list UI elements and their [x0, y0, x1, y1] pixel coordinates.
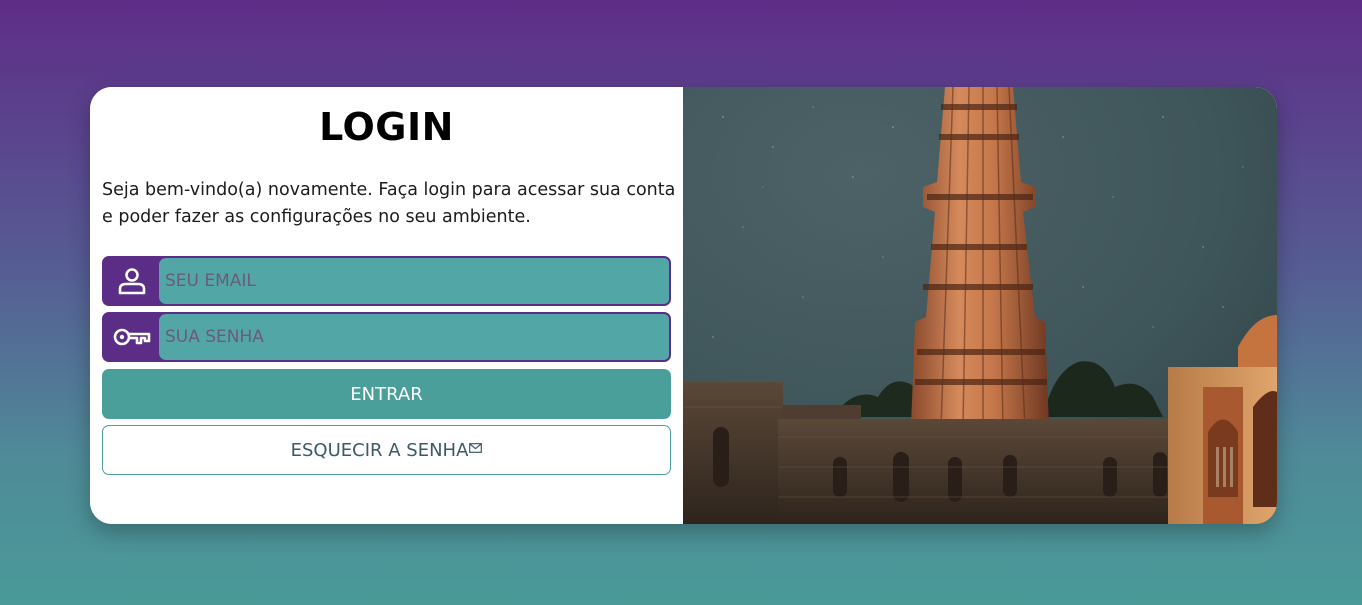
forgot-password-label: ESQUECIR A SENHA	[290, 439, 469, 461]
mail-icon	[469, 437, 483, 458]
login-card: LOGIN Seja bem-vindo(a) novamente. Faça …	[90, 87, 1277, 524]
enter-button[interactable]: ENTRAR	[102, 369, 671, 419]
key-icon	[104, 314, 159, 360]
page-title: LOGIN	[319, 105, 454, 149]
password-input[interactable]	[159, 314, 669, 360]
email-input[interactable]	[159, 258, 669, 304]
tower-night-photo	[683, 87, 1277, 524]
welcome-text: Seja bem-vindo(a) novamente. Faça login …	[102, 180, 676, 227]
email-field-group	[102, 256, 671, 306]
hero-image	[683, 87, 1277, 524]
login-panel: LOGIN Seja bem-vindo(a) novamente. Faça …	[90, 87, 683, 524]
user-icon	[104, 258, 159, 304]
forgot-password-button[interactable]: ESQUECIR A SENHA	[102, 425, 671, 475]
password-field-group	[102, 312, 671, 362]
